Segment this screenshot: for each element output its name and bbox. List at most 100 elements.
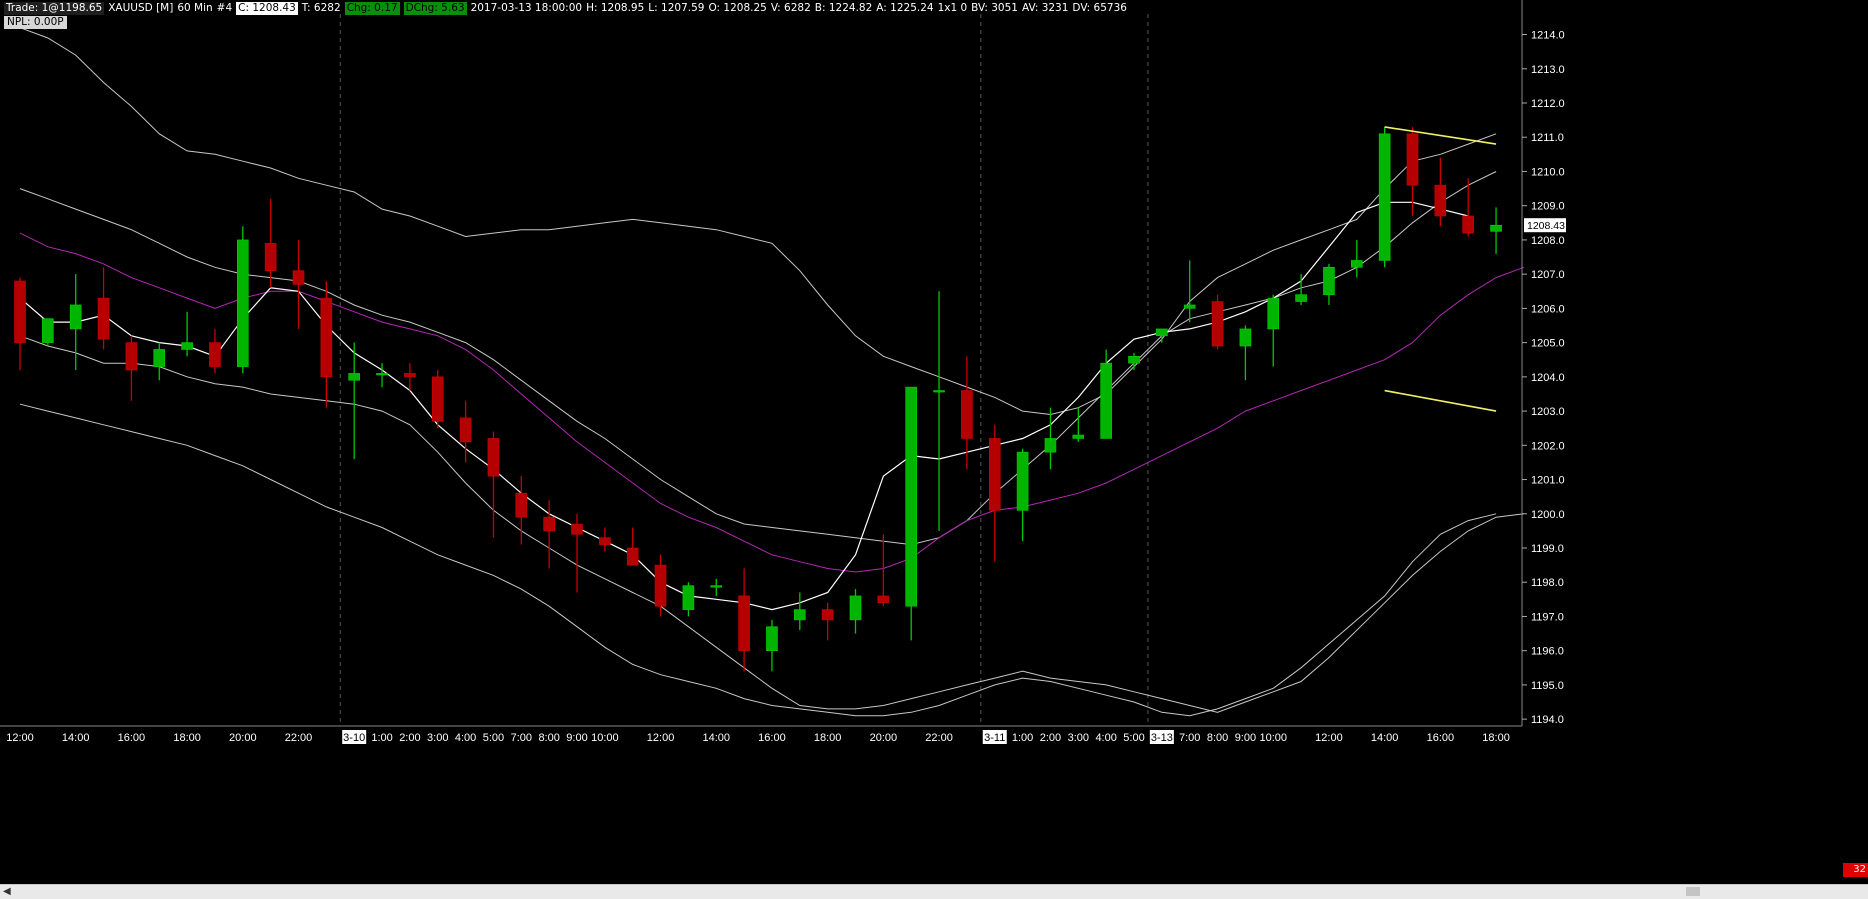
- candle-body: [1378, 133, 1391, 261]
- y-tick-label: 1200.0: [1531, 509, 1565, 521]
- candle-body: [515, 492, 528, 518]
- x-tick-label: 18:00: [1482, 732, 1510, 744]
- candle-body: [376, 373, 388, 376]
- candle-body: [14, 280, 26, 343]
- candle-body: [1295, 294, 1307, 302]
- y-tick-label: 1197.0: [1531, 611, 1564, 623]
- y-tick-label: 1201.0: [1531, 475, 1565, 487]
- candle-body: [654, 564, 667, 607]
- candle-body: [348, 373, 361, 381]
- y-tick-label: 1203.0: [1531, 406, 1565, 418]
- x-tick-label: 10:00: [1259, 732, 1287, 744]
- x-tick-label: 5:00: [483, 732, 504, 744]
- x-tick-label: 14:00: [702, 732, 730, 744]
- interval-label: 60 Min: [177, 2, 213, 14]
- x-date-label: 3-11: [984, 732, 1005, 744]
- x-tick-label: 18:00: [173, 732, 201, 744]
- x-tick-label: 16:00: [758, 732, 786, 744]
- x-tick-label: 14:00: [1371, 732, 1399, 744]
- candle-body: [905, 386, 918, 607]
- candle-body: [738, 595, 750, 651]
- x-tick-label: 7:00: [1179, 732, 1200, 744]
- horizontal-scrollbar[interactable]: ◀: [0, 884, 1868, 899]
- symbol-label: XAUUSD [M]: [108, 2, 174, 14]
- candle-body: [1211, 301, 1224, 347]
- candle-body: [404, 373, 416, 378]
- candle-body: [849, 595, 862, 621]
- candle-body: [1044, 438, 1057, 453]
- candle-body: [237, 239, 249, 367]
- candle-body: [1490, 224, 1502, 232]
- candle-body: [153, 349, 166, 367]
- x-tick-label: 5:00: [1123, 732, 1144, 744]
- candle-body: [1323, 267, 1335, 295]
- candle-body: [793, 609, 806, 621]
- x-tick-label: 22:00: [925, 732, 953, 744]
- scroll-left-icon[interactable]: ◀: [3, 885, 11, 899]
- candle-body: [599, 537, 611, 545]
- y-tick-label: 1212.0: [1531, 98, 1565, 110]
- x-tick-label: 7:00: [511, 732, 532, 744]
- bid-value: B: 1224.82: [814, 2, 873, 14]
- candle-body: [877, 595, 890, 604]
- x-tick-label: 9:00: [1235, 732, 1256, 744]
- candle-body: [626, 547, 639, 566]
- x-tick-label: 4:00: [455, 732, 476, 744]
- bar-number: #4: [216, 2, 233, 14]
- y-tick-label: 1206.0: [1531, 303, 1565, 315]
- corner-badge: 32: [1843, 863, 1868, 877]
- candle-body: [1100, 362, 1112, 439]
- ask-value: A: 1225.24: [876, 2, 934, 14]
- x-tick-label: 1:00: [1012, 732, 1033, 744]
- candle-body: [69, 304, 82, 330]
- x-tick-label: 16:00: [118, 732, 146, 744]
- y-tick-label: 1194.0: [1531, 714, 1564, 726]
- candle-body: [1351, 260, 1363, 268]
- candle-body: [1267, 297, 1280, 330]
- price-chart[interactable]: 1194.0 1195.0 1196.0 1197.0 1198.0 1199.0 1200…: [0, 0, 1868, 898]
- candle-body: [710, 585, 723, 588]
- y-tick-label: 1196.0: [1531, 646, 1564, 658]
- candle-body: [1462, 215, 1474, 234]
- dchg-value: DChg: 5.63: [403, 2, 467, 15]
- x-tick-label: 12:00: [647, 732, 675, 744]
- candle-body: [961, 390, 973, 439]
- candle-body: [766, 626, 778, 651]
- candle-body: [1239, 328, 1252, 347]
- candle-body: [264, 243, 277, 272]
- x-tick-label: 10:00: [591, 732, 619, 744]
- x-date-label: 3-13: [1151, 732, 1173, 744]
- datetime-value: 2017-03-13 18:00:00: [470, 2, 583, 14]
- av-value: AV: 3231: [1021, 2, 1069, 14]
- candle-body: [1156, 328, 1168, 337]
- candle-body: [209, 342, 221, 367]
- y-tick-label: 1205.0: [1531, 338, 1565, 350]
- x-tick-label: 1:00: [371, 732, 392, 744]
- y-tick-label: 1213.0: [1531, 64, 1565, 76]
- open-value: O: 1208.25: [708, 2, 767, 14]
- candle-body: [1434, 184, 1447, 217]
- y-tick-label: 1198.0: [1531, 577, 1564, 589]
- y-tick-label: 1211.0: [1531, 132, 1564, 144]
- x-tick-label: 18:00: [814, 732, 842, 744]
- x-tick-label: 3:00: [1068, 732, 1089, 744]
- candle-body: [1016, 451, 1029, 511]
- candle-body: [459, 417, 472, 443]
- x-tick-label: 8:00: [1207, 732, 1228, 744]
- candle-body: [1072, 434, 1085, 439]
- x-tick-label: 4:00: [1095, 732, 1116, 744]
- x-date-label: 3-10: [343, 732, 365, 744]
- x-tick-label: 9:00: [566, 732, 587, 744]
- candle-body: [181, 342, 193, 350]
- x-tick-label: 16:00: [1427, 732, 1455, 744]
- candle-body: [292, 270, 305, 285]
- x-tick-label: 2:00: [1040, 732, 1061, 744]
- candle-body: [821, 609, 834, 621]
- y-tick-label: 1204.0: [1531, 372, 1565, 384]
- scroll-thumb[interactable]: [1686, 887, 1700, 896]
- y-tick-label: 1209.0: [1531, 201, 1565, 213]
- dv-value: DV: 65736: [1072, 2, 1127, 14]
- y-tick-label: 1202.0: [1531, 440, 1565, 452]
- y-tick-label: 1207.0: [1531, 269, 1565, 281]
- x-tick-label: 12:00: [6, 732, 34, 744]
